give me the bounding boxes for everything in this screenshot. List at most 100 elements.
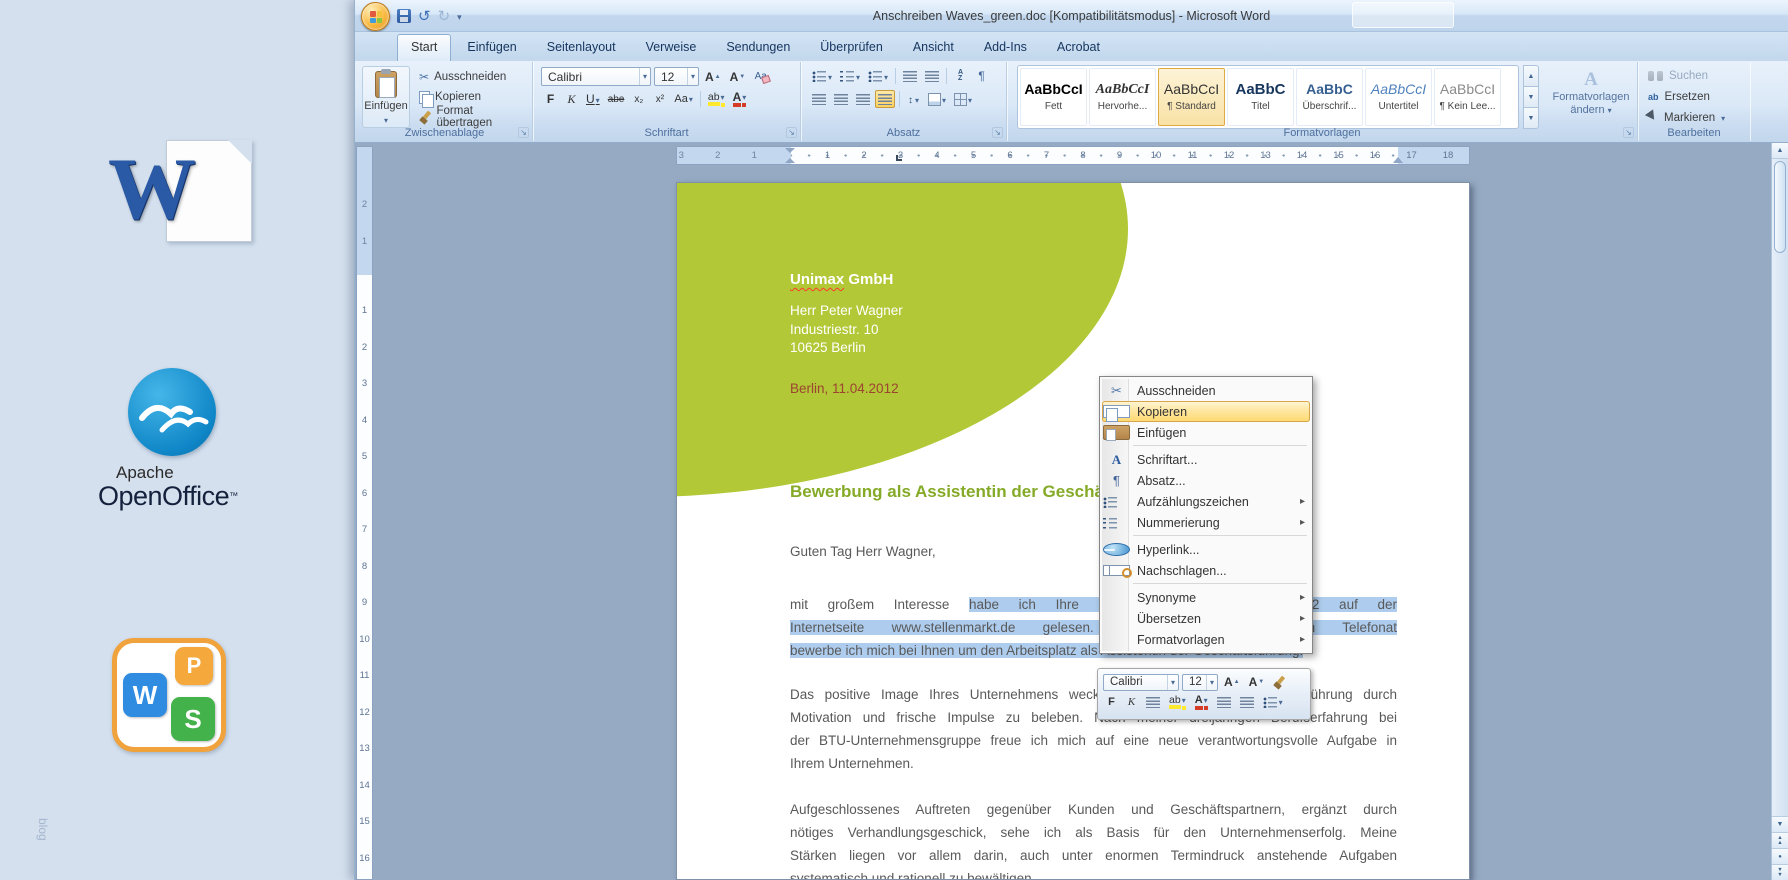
context-menu-item[interactable]: Kopieren ▸	[1102, 401, 1310, 422]
context-menu-item[interactable]: Synonyme ▸	[1102, 587, 1310, 608]
format-painter-button[interactable]: Format übertragen	[415, 108, 532, 126]
ribbon-tab[interactable]: Start	[397, 34, 451, 61]
strikethrough-button[interactable]: abe	[605, 90, 628, 108]
style-chip[interactable]: AaBbC Titel	[1227, 68, 1294, 126]
style-chip[interactable]: AaBbCcI Fett	[1020, 68, 1087, 126]
style-chip[interactable]: AaBbCcI ¶ Standard	[1158, 68, 1225, 126]
mini-bullets-button[interactable]	[1260, 694, 1286, 711]
italic-button[interactable]: K	[562, 90, 581, 108]
mini-bold-button[interactable]: F	[1103, 694, 1120, 711]
indent-marker-left[interactable]	[785, 148, 796, 163]
decrease-indent-button[interactable]	[900, 67, 920, 85]
copy-button[interactable]: Kopieren	[415, 88, 532, 106]
document-page[interactable]: Unimax GmbH Herr Peter WagnerIndustriest…	[676, 182, 1470, 880]
select-browse-object-icon[interactable]	[1772, 848, 1788, 864]
dialog-launcher-icon[interactable]	[1623, 127, 1634, 138]
align-center-button[interactable]	[831, 90, 851, 108]
select-button[interactable]: Markieren	[1648, 109, 1725, 126]
chevron-down-icon[interactable]	[687, 68, 698, 85]
mini-grow-font-button[interactable]: A▲	[1221, 674, 1243, 691]
borders-button[interactable]	[951, 90, 975, 108]
chevron-down-icon[interactable]	[1279, 696, 1283, 708]
shading-button[interactable]	[925, 90, 949, 108]
context-menu-item[interactable]: Übersetzen ▸	[1102, 608, 1310, 629]
dialog-launcher-icon[interactable]	[786, 127, 797, 138]
mini-increase-indent-button[interactable]	[1237, 694, 1257, 711]
mini-format-painter-button[interactable]	[1270, 674, 1289, 691]
dialog-launcher-icon[interactable]	[518, 127, 529, 138]
chevron-down-icon[interactable]	[1167, 675, 1178, 690]
gallery-down-icon[interactable]: ▼	[1523, 87, 1539, 108]
chevron-down-icon[interactable]	[689, 93, 693, 105]
gallery-up-icon[interactable]: ▲	[1523, 65, 1539, 87]
align-right-button[interactable]	[853, 90, 873, 108]
context-menu-item[interactable]: Absatz... ▸	[1102, 470, 1310, 491]
shrink-font-button[interactable]: A▼	[727, 68, 749, 86]
ribbon-tab[interactable]: Sendungen	[712, 34, 804, 61]
justify-button[interactable]	[875, 90, 895, 108]
chevron-down-icon[interactable]	[1204, 695, 1208, 710]
scrollbar-thumb[interactable]	[1774, 161, 1786, 253]
change-case-button[interactable]: Aa	[671, 90, 695, 108]
horizontal-ruler[interactable]: 321 123456789101112131415161718	[676, 146, 1470, 165]
openoffice-desktop-icon[interactable]: Apache OpenOffice™	[98, 368, 298, 510]
mini-font-color-button[interactable]: A	[1192, 694, 1211, 711]
previous-page-icon[interactable]	[1772, 832, 1788, 848]
ribbon-tab[interactable]: Einfügen	[453, 34, 530, 61]
wps-desktop-icon[interactable]: W P S	[112, 638, 226, 752]
ribbon-tab[interactable]: Add-Ins	[970, 34, 1041, 61]
bold-button[interactable]: F	[541, 90, 560, 108]
mini-decrease-indent-button[interactable]	[1214, 694, 1234, 711]
grow-font-button[interactable]: A▲	[702, 68, 724, 86]
clear-formatting-button[interactable]: Aa	[751, 68, 770, 86]
find-button[interactable]: Suchen	[1648, 67, 1725, 84]
ribbon-tab[interactable]: Überprüfen	[806, 34, 897, 61]
bullets-button[interactable]	[809, 67, 835, 85]
mini-size-combo[interactable]: 12	[1182, 674, 1218, 691]
indent-marker-right[interactable]	[1393, 152, 1403, 163]
font-size-combo[interactable]: 12	[654, 67, 699, 86]
replace-button[interactable]: Ersetzen	[1648, 88, 1725, 105]
context-menu-item[interactable]: Hyperlink... ▸	[1102, 539, 1310, 560]
style-chip[interactable]: AaBbCcI Hervorhe...	[1089, 68, 1156, 126]
change-styles-button[interactable]: A Formatvorlagen ändern	[1549, 66, 1633, 132]
ribbon-tab[interactable]: Acrobat	[1043, 34, 1114, 61]
cut-button[interactable]: Ausschneiden	[415, 68, 532, 86]
subscript-button[interactable]: x₂	[629, 90, 648, 108]
style-chip[interactable]: AaBbCcI Untertitel	[1365, 68, 1432, 126]
font-color-button[interactable]: A	[730, 90, 750, 108]
mini-italic-button[interactable]: K	[1123, 694, 1140, 711]
underline-button[interactable]: U	[583, 90, 603, 108]
ribbon-tab[interactable]: Ansicht	[899, 34, 968, 61]
titlebar[interactable]: Anschreiben Waves_green.doc [Kompatibili…	[355, 0, 1788, 32]
next-page-icon[interactable]	[1772, 864, 1788, 880]
chevron-down-icon[interactable]	[742, 91, 746, 107]
context-menu-item[interactable]: Ausschneiden ▸	[1102, 380, 1310, 401]
mini-shrink-font-button[interactable]: A▼	[1246, 674, 1268, 691]
chevron-down-icon[interactable]	[639, 68, 650, 85]
mini-font-combo[interactable]: Calibri	[1103, 674, 1179, 691]
chevron-down-icon[interactable]	[721, 92, 725, 107]
align-left-button[interactable]	[809, 90, 829, 108]
style-chip[interactable]: AaBbCcI ¶ Kein Lee...	[1434, 68, 1501, 126]
context-menu-item[interactable]: Aufzählungszeichen ▸	[1102, 491, 1310, 512]
gallery-more-icon[interactable]: ▼	[1523, 108, 1539, 129]
line-spacing-button[interactable]	[904, 90, 923, 108]
chevron-down-icon[interactable]	[1182, 695, 1186, 710]
scroll-up-icon[interactable]: ▲	[1772, 143, 1788, 159]
mini-highlight-button[interactable]: ab	[1166, 694, 1189, 711]
text-highlight-button[interactable]: ab	[705, 90, 728, 108]
show-paragraph-marks-button[interactable]	[972, 67, 991, 85]
chevron-down-icon[interactable]	[1206, 675, 1217, 690]
scroll-down-icon[interactable]: ▼	[1772, 816, 1788, 832]
context-menu-item[interactable]: Nachschlagen... ▸	[1102, 560, 1310, 581]
vertical-ruler[interactable]: 21 12345678910111213141516	[356, 146, 373, 880]
vertical-scrollbar[interactable]: ▲ ▼	[1771, 143, 1788, 880]
superscript-button[interactable]: x²	[650, 90, 669, 108]
context-menu-item[interactable]: Formatvorlagen ▸	[1102, 629, 1310, 650]
context-menu-item[interactable]: Schriftart... ▸	[1102, 449, 1310, 470]
style-chip[interactable]: AaBbC Überschrif...	[1296, 68, 1363, 126]
font-name-combo[interactable]: Calibri	[541, 67, 651, 86]
sort-button[interactable]: AZ	[951, 67, 970, 85]
chevron-down-icon[interactable]	[596, 92, 600, 106]
